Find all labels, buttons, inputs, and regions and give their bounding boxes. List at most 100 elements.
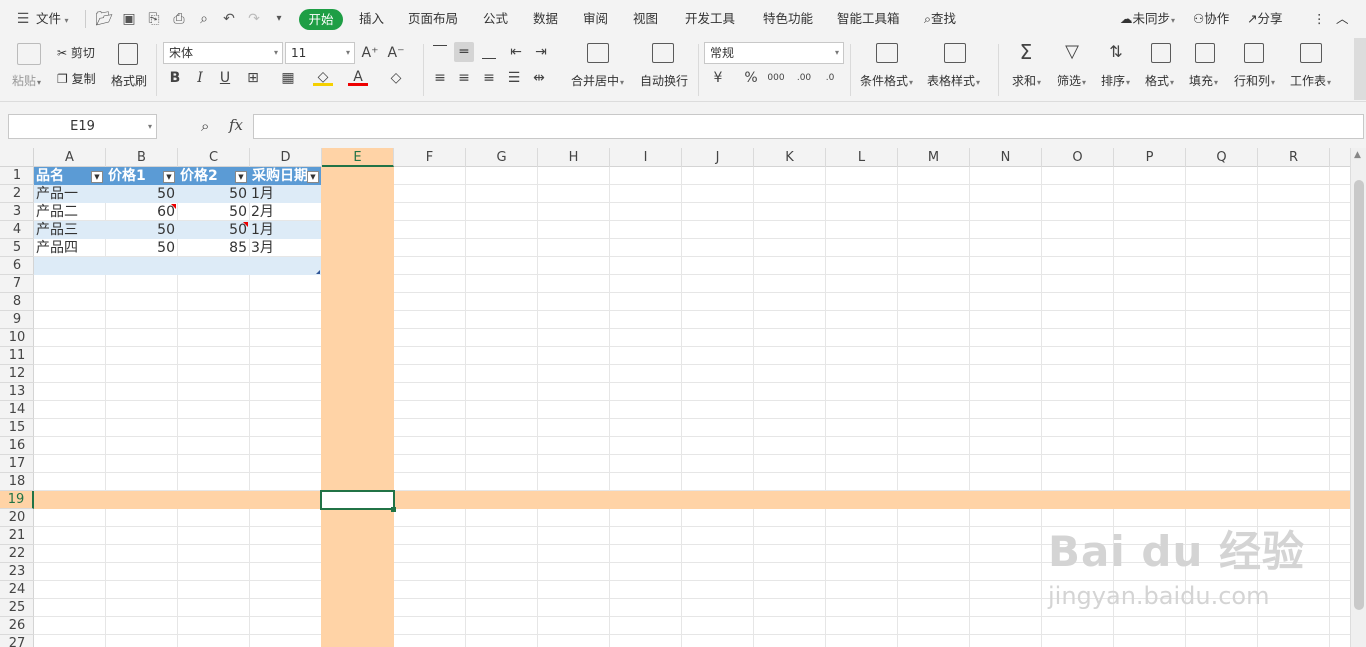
- row-header-1[interactable]: 1: [0, 167, 34, 185]
- table-cell[interactable]: 产品二: [36, 203, 104, 221]
- scrollbar-thumb[interactable]: [1354, 180, 1364, 610]
- align-middle-icon[interactable]: ═: [454, 42, 474, 62]
- filter-dropdown-icon[interactable]: ▼: [91, 171, 103, 183]
- clear-format-icon[interactable]: ◇: [386, 68, 406, 88]
- row-header-7[interactable]: 7: [0, 275, 34, 293]
- conditional-format-button[interactable]: 条件格式▾: [860, 72, 913, 89]
- save-icon[interactable]: ▣: [120, 10, 138, 28]
- filter-icon[interactable]: ▽: [1062, 42, 1082, 62]
- formula-input[interactable]: [253, 114, 1364, 139]
- row-header-18[interactable]: 18: [0, 473, 34, 491]
- decrease-decimal-icon[interactable]: .0: [820, 68, 840, 88]
- redo-icon[interactable]: ↷: [245, 10, 263, 28]
- table-style-button[interactable]: 表格样式▾: [927, 72, 980, 89]
- fill-icon[interactable]: [1195, 43, 1215, 63]
- column-header-o[interactable]: O: [1042, 148, 1114, 167]
- row-header-9[interactable]: 9: [0, 311, 34, 329]
- table-cell[interactable]: 50: [106, 239, 175, 257]
- font-grow-button[interactable]: A⁺: [360, 43, 380, 63]
- table-cell[interactable]: 产品四: [36, 239, 104, 257]
- format-painter-icon[interactable]: [118, 43, 138, 65]
- table-cell[interactable]: 产品三: [36, 221, 104, 239]
- cut-button[interactable]: ✂ 剪切: [57, 44, 95, 61]
- wrap-text-button[interactable]: 自动换行: [640, 72, 688, 89]
- table-cell[interactable]: 产品一: [36, 185, 104, 203]
- sum-icon[interactable]: Σ: [1016, 42, 1036, 62]
- column-header-n[interactable]: N: [970, 148, 1042, 167]
- row-header-4[interactable]: 4: [0, 221, 34, 239]
- column-header-e[interactable]: E: [322, 148, 394, 167]
- tab-review[interactable]: 审阅: [583, 10, 608, 28]
- tab-data[interactable]: 数据: [533, 10, 558, 28]
- align-center-icon[interactable]: ≡: [454, 68, 474, 88]
- fill-pattern-icon[interactable]: ▦: [278, 68, 298, 88]
- tab-view[interactable]: 视图: [633, 10, 658, 28]
- row-header-2[interactable]: 2: [0, 185, 34, 203]
- row-header-24[interactable]: 24: [0, 581, 34, 599]
- selected-cell-e19[interactable]: [320, 490, 395, 510]
- filter-dropdown-icon[interactable]: ▼: [307, 171, 319, 183]
- align-top-icon[interactable]: ⎺: [430, 42, 450, 62]
- row-header-12[interactable]: 12: [0, 365, 34, 383]
- open-folder-icon[interactable]: 📂︎: [95, 10, 113, 28]
- tab-smart-toolbox[interactable]: 智能工具箱: [837, 10, 900, 28]
- sort-button[interactable]: 排序▾: [1101, 72, 1130, 89]
- row-col-icon[interactable]: [1244, 43, 1264, 63]
- ribbon-scroll-right[interactable]: [1354, 38, 1366, 100]
- table-cell[interactable]: 1月: [251, 221, 319, 239]
- number-format-select[interactable]: 常规 ▾: [704, 42, 844, 64]
- sync-status[interactable]: ☁未同步▾: [1120, 10, 1175, 30]
- row-header-15[interactable]: 15: [0, 419, 34, 437]
- table-cell[interactable]: 2月: [251, 203, 319, 221]
- align-right-icon[interactable]: ≡: [479, 68, 499, 88]
- undo-icon[interactable]: ↶: [220, 10, 238, 28]
- table-cell[interactable]: 50: [178, 185, 247, 203]
- row-header-13[interactable]: 13: [0, 383, 34, 401]
- tab-insert[interactable]: 插入: [359, 10, 384, 28]
- row-header-3[interactable]: 3: [0, 203, 34, 221]
- column-header-h[interactable]: H: [538, 148, 610, 167]
- table-cell[interactable]: 50: [106, 221, 175, 239]
- row-header-17[interactable]: 17: [0, 455, 34, 473]
- print-preview-icon[interactable]: ⌕: [195, 10, 213, 28]
- distributed-icon[interactable]: ⇹: [529, 68, 549, 88]
- column-header-c[interactable]: C: [178, 148, 250, 167]
- worksheet-button[interactable]: 工作表▾: [1290, 72, 1331, 89]
- worksheet-icon[interactable]: [1300, 43, 1322, 63]
- underline-icon[interactable]: U: [215, 68, 235, 88]
- copy-button[interactable]: ❐ 复制: [57, 70, 96, 87]
- tab-special-features[interactable]: 特色功能: [763, 10, 813, 28]
- paste-button[interactable]: 粘贴▾: [12, 72, 41, 89]
- row-header-20[interactable]: 20: [0, 509, 34, 527]
- italic-icon[interactable]: I: [190, 68, 210, 88]
- table-cell[interactable]: 60: [106, 203, 175, 221]
- filter-button[interactable]: 筛选▾: [1057, 72, 1086, 89]
- justify-icon[interactable]: ☰: [504, 68, 524, 88]
- table-cell[interactable]: 85: [178, 239, 247, 257]
- currency-icon[interactable]: ¥: [708, 68, 728, 88]
- search-button[interactable]: ⌕查找: [924, 10, 956, 28]
- row-header-26[interactable]: 26: [0, 617, 34, 635]
- fill-handle[interactable]: [391, 507, 396, 512]
- print-icon[interactable]: ⎙: [170, 10, 188, 28]
- tab-formulas[interactable]: 公式: [483, 10, 508, 28]
- column-header-p[interactable]: P: [1114, 148, 1186, 167]
- more-options-icon[interactable]: ⋮: [1313, 10, 1326, 28]
- column-header-r[interactable]: R: [1258, 148, 1330, 167]
- format-button[interactable]: 格式▾: [1145, 72, 1174, 89]
- scroll-up-icon[interactable]: ▲: [1354, 150, 1361, 160]
- export-icon[interactable]: ⎘: [145, 10, 163, 28]
- table-cell[interactable]: 1月: [251, 185, 319, 203]
- collaborate-button[interactable]: ⚇协作: [1193, 10, 1229, 28]
- sum-button[interactable]: 求和▾: [1012, 72, 1041, 89]
- row-header-8[interactable]: 8: [0, 293, 34, 311]
- sort-icon[interactable]: ⇅: [1106, 42, 1126, 62]
- tab-page-layout[interactable]: 页面布局: [408, 10, 458, 28]
- border-icon[interactable]: ⊞: [243, 68, 263, 88]
- column-header-m[interactable]: M: [898, 148, 970, 167]
- column-header-d[interactable]: D: [250, 148, 322, 167]
- format-icon[interactable]: [1151, 43, 1171, 63]
- select-all-corner[interactable]: [0, 148, 34, 167]
- row-header-25[interactable]: 25: [0, 599, 34, 617]
- function-icon[interactable]: fx: [229, 116, 243, 134]
